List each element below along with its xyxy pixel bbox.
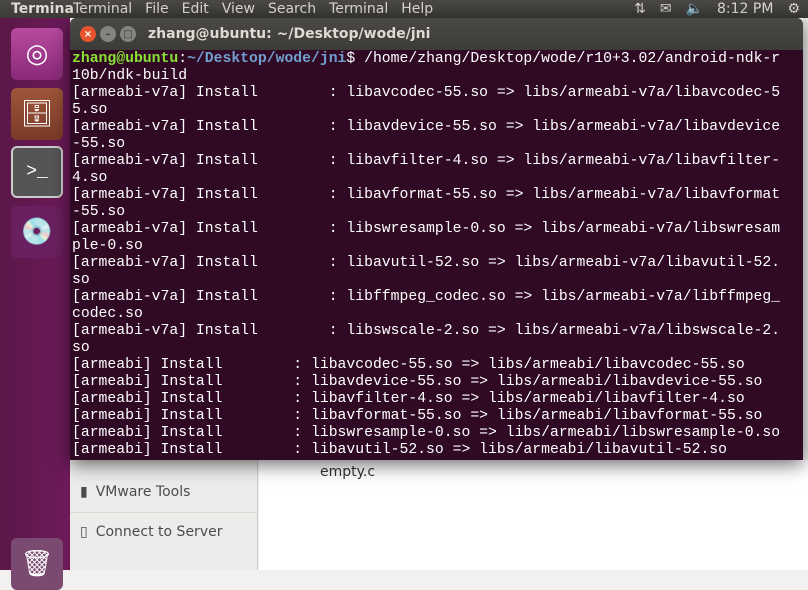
output-line: 10b/ndk-build xyxy=(72,68,188,84)
menu-view[interactable]: View xyxy=(222,1,255,17)
menu-terminal-2[interactable]: Terminal xyxy=(329,1,388,17)
terminal-icon[interactable]: >_ xyxy=(11,146,63,198)
output-line: [armeabi-v7a] Install : libavutil-52.so … xyxy=(72,255,781,271)
output-line: [armeabi] Install : libavfilter-4.so => … xyxy=(72,391,745,407)
menu-bar: Terminal File Edit View Search Terminal Help xyxy=(73,1,446,17)
output-line: [armeabi] Install : libavformat-55.so =>… xyxy=(72,408,763,424)
output-line: [armeabi-v7a] Install : libavcodec-55.so… xyxy=(72,85,781,101)
trash-icon[interactable]: 🗑 xyxy=(11,538,63,590)
output-line: 5.so xyxy=(72,102,108,118)
output-line: so xyxy=(72,340,90,356)
output-line: [armeabi-v7a] Install : libavformat-55.s… xyxy=(72,187,781,203)
maximize-icon[interactable]: □ xyxy=(120,26,136,42)
close-icon[interactable]: × xyxy=(80,26,96,42)
output-line: -55.so xyxy=(72,204,126,220)
clock[interactable]: 8:12 PM xyxy=(717,1,773,17)
sidebar-item-connect-server[interactable]: ▯ Connect to Server xyxy=(80,524,222,540)
ubuntu-dash-icon[interactable]: ◎ xyxy=(11,28,63,80)
output-line: 4.so xyxy=(72,170,108,186)
output-line: -55.so xyxy=(72,136,126,152)
network-icon[interactable]: ⇅ xyxy=(634,1,646,17)
title-bar[interactable]: × – □ zhang@ubuntu: ~/Desktop/wode/jni xyxy=(70,18,803,50)
sidebar-item-vmware-tools[interactable]: ▮ VMware Tools xyxy=(80,484,190,500)
top-panel: Terminal Terminal File Edit View Search Termi… xyxy=(0,0,808,18)
folder-icon: ▮ xyxy=(80,484,88,500)
window-title: zhang@ubuntu: ~/Desktop/wode/jni xyxy=(148,26,431,42)
power-icon[interactable]: ⚙ xyxy=(787,1,800,17)
files-main: empty.c xyxy=(259,460,808,570)
menu-terminal[interactable]: Terminal xyxy=(73,1,132,17)
menu-help[interactable]: Help xyxy=(401,1,433,17)
output-line: [armeabi] Install : libavcodec-55.so => … xyxy=(72,357,745,373)
file-item[interactable]: empty.c xyxy=(320,464,375,480)
prompt-line: zhang@ubuntu:~/Desktop/wode/jni$ /home/z… xyxy=(72,51,781,67)
launcher: ◎ 🗄 >_ 💿 🗑 xyxy=(0,18,70,590)
output-line: [armeabi] Install : libavutil-52.so => l… xyxy=(72,442,728,458)
files-sidebar: ▮ VMware Tools ▯ Connect to Server xyxy=(70,460,258,570)
output-line: so xyxy=(72,272,90,288)
output-line: [armeabi-v7a] Install : libavdevice-55.s… xyxy=(72,119,781,135)
terminal-window: × – □ zhang@ubuntu: ~/Desktop/wode/jni z… xyxy=(70,18,803,460)
terminal-output[interactable]: zhang@ubuntu:~/Desktop/wode/jni$ /home/z… xyxy=(70,50,803,460)
output-line: [armeabi-v7a] Install : libswresample-0.… xyxy=(72,221,781,237)
output-line: [armeabi-v7a] Install : libswscale-2.so … xyxy=(72,323,781,339)
menu-search[interactable]: Search xyxy=(268,1,316,17)
output-line: [armeabi-v7a] Install : libffmpeg_codec.… xyxy=(72,289,781,305)
menu-file[interactable]: File xyxy=(145,1,168,17)
menu-edit[interactable]: Edit xyxy=(182,1,209,17)
mail-icon[interactable]: ✉ xyxy=(660,1,672,17)
output-line: [armeabi-v7a] Install : libavfilter-4.so… xyxy=(72,153,781,169)
app-name: Terminal xyxy=(11,1,73,17)
output-line: [armeabi] Install : libswresample-0.so =… xyxy=(72,425,781,441)
volume-icon[interactable]: 🔈 xyxy=(686,1,703,17)
output-line: ple-0.so xyxy=(72,238,143,254)
minimize-icon[interactable]: – xyxy=(100,26,116,42)
output-line: codec.so xyxy=(72,306,143,322)
dvd-icon[interactable]: 💿 xyxy=(11,206,63,258)
server-icon: ▯ xyxy=(80,524,88,540)
files-icon[interactable]: 🗄 xyxy=(11,88,63,140)
output-line: [armeabi] Install : libavdevice-55.so =>… xyxy=(72,374,763,390)
